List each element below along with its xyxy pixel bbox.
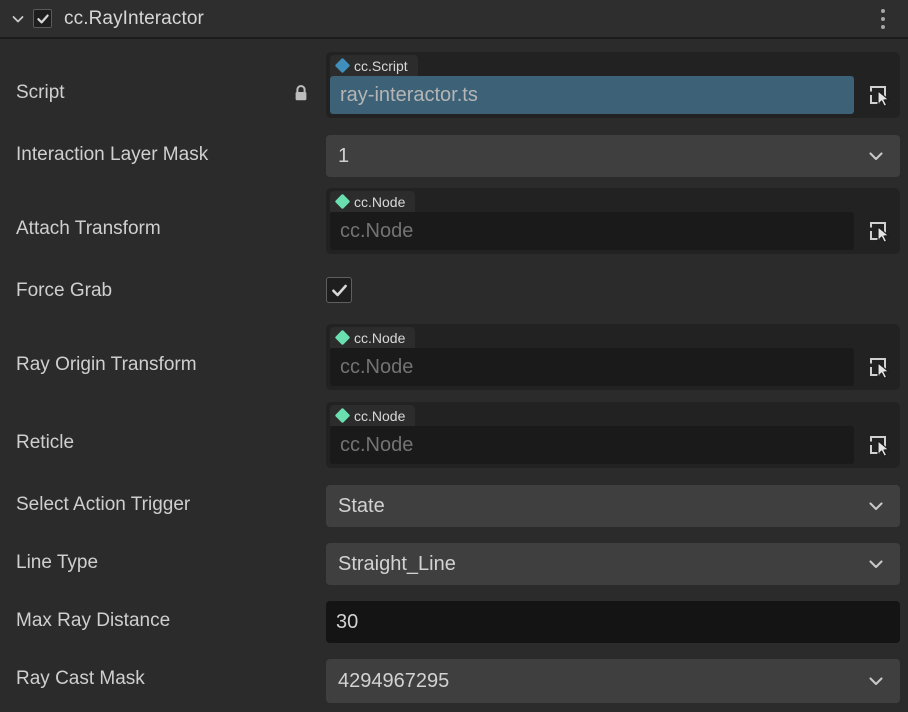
- node-diamond-icon: [334, 193, 351, 210]
- object-slot-value: cc.Node: [340, 433, 414, 456]
- dropdown-value-select-action-trigger: State: [338, 494, 385, 517]
- object-type-tag-reticle: cc.Node: [330, 405, 416, 426]
- chevron-down-icon[interactable]: [866, 496, 886, 516]
- object-slot-attach-transform[interactable]: cc.Node: [330, 212, 854, 250]
- dropdown-interaction-layer-mask[interactable]: 1: [326, 135, 900, 177]
- dropdown-line-type[interactable]: Straight_Line: [326, 543, 900, 585]
- object-slot-value: cc.Node: [340, 219, 414, 242]
- component-title: cc.RayInteractor: [64, 7, 204, 29]
- object-slot-value: ray-interactor.ts: [340, 83, 478, 106]
- header-divider: [0, 37, 908, 39]
- dropdown-value-ray-cast-mask: 4294967295: [338, 669, 450, 692]
- property-label-script: Script: [16, 82, 65, 103]
- node-picker-icon[interactable]: [864, 430, 894, 460]
- dropdown-value-interaction-layer-mask: 1: [338, 144, 350, 167]
- property-label-select-action-trigger: Select Action Trigger: [16, 494, 191, 515]
- object-slot-value: cc.Node: [340, 355, 414, 378]
- checkbox-force-grab[interactable]: [326, 277, 352, 303]
- dropdown-select-action-trigger[interactable]: State: [326, 485, 900, 527]
- lock-closed-icon: [292, 83, 310, 103]
- property-label-line-type: Line Type: [16, 552, 99, 573]
- object-type-tag-script: cc.Script: [330, 55, 418, 76]
- object-slot-ray-origin-transform[interactable]: cc.Node: [330, 348, 854, 386]
- object-type-tag-label: cc.Node: [354, 329, 406, 346]
- property-label-ray-cast-mask: Ray Cast Mask: [16, 668, 145, 689]
- dropdown-value-line-type: Straight_Line: [338, 552, 456, 575]
- component-inspector-panel: cc.RayInteractor Script cc.Script ray-inte…: [0, 0, 908, 712]
- component-header: cc.RayInteractor: [0, 0, 908, 37]
- foldout-chevron-down-icon[interactable]: [6, 7, 30, 31]
- object-type-tag-attach-transform: cc.Node: [330, 191, 416, 212]
- dropdown-ray-cast-mask[interactable]: 4294967295: [326, 659, 900, 703]
- node-picker-icon[interactable]: [864, 352, 894, 382]
- object-type-tag-label: cc.Node: [354, 407, 406, 424]
- property-label-force-grab: Force Grab: [16, 280, 113, 301]
- node-picker-icon[interactable]: [864, 216, 894, 246]
- chevron-down-icon[interactable]: [866, 146, 886, 166]
- object-type-tag-label: cc.Script: [354, 57, 408, 74]
- property-label-interaction-layer-mask: Interaction Layer Mask: [16, 144, 209, 165]
- chevron-down-icon[interactable]: [866, 671, 886, 691]
- object-type-tag-label: cc.Node: [354, 193, 406, 210]
- script-diamond-icon: [334, 57, 351, 74]
- property-label-ray-origin-transform: Ray Origin Transform: [16, 354, 197, 375]
- chevron-down-icon[interactable]: [866, 554, 886, 574]
- object-field-script[interactable]: cc.Script ray-interactor.ts: [326, 52, 900, 118]
- object-type-tag-ray-origin-transform: cc.Node: [330, 327, 416, 348]
- object-field-ray-origin-transform[interactable]: cc.Node cc.Node: [326, 324, 900, 390]
- node-diamond-icon: [334, 407, 351, 424]
- number-input-value-max-ray-distance: 30: [336, 610, 359, 633]
- node-diamond-icon: [334, 329, 351, 346]
- property-label-reticle: Reticle: [16, 432, 75, 453]
- number-input-max-ray-distance[interactable]: 30: [326, 601, 900, 643]
- node-picker-icon[interactable]: [864, 80, 894, 110]
- property-label-max-ray-distance: Max Ray Distance: [16, 610, 171, 631]
- kebab-menu-icon[interactable]: [872, 6, 894, 32]
- property-label-attach-transform: Attach Transform: [16, 218, 161, 239]
- object-slot-reticle[interactable]: cc.Node: [330, 426, 854, 464]
- component-enabled-checkbox[interactable]: [33, 9, 52, 28]
- object-field-attach-transform[interactable]: cc.Node cc.Node: [326, 188, 900, 254]
- object-slot-script[interactable]: ray-interactor.ts: [330, 76, 854, 114]
- object-field-reticle[interactable]: cc.Node cc.Node: [326, 402, 900, 468]
